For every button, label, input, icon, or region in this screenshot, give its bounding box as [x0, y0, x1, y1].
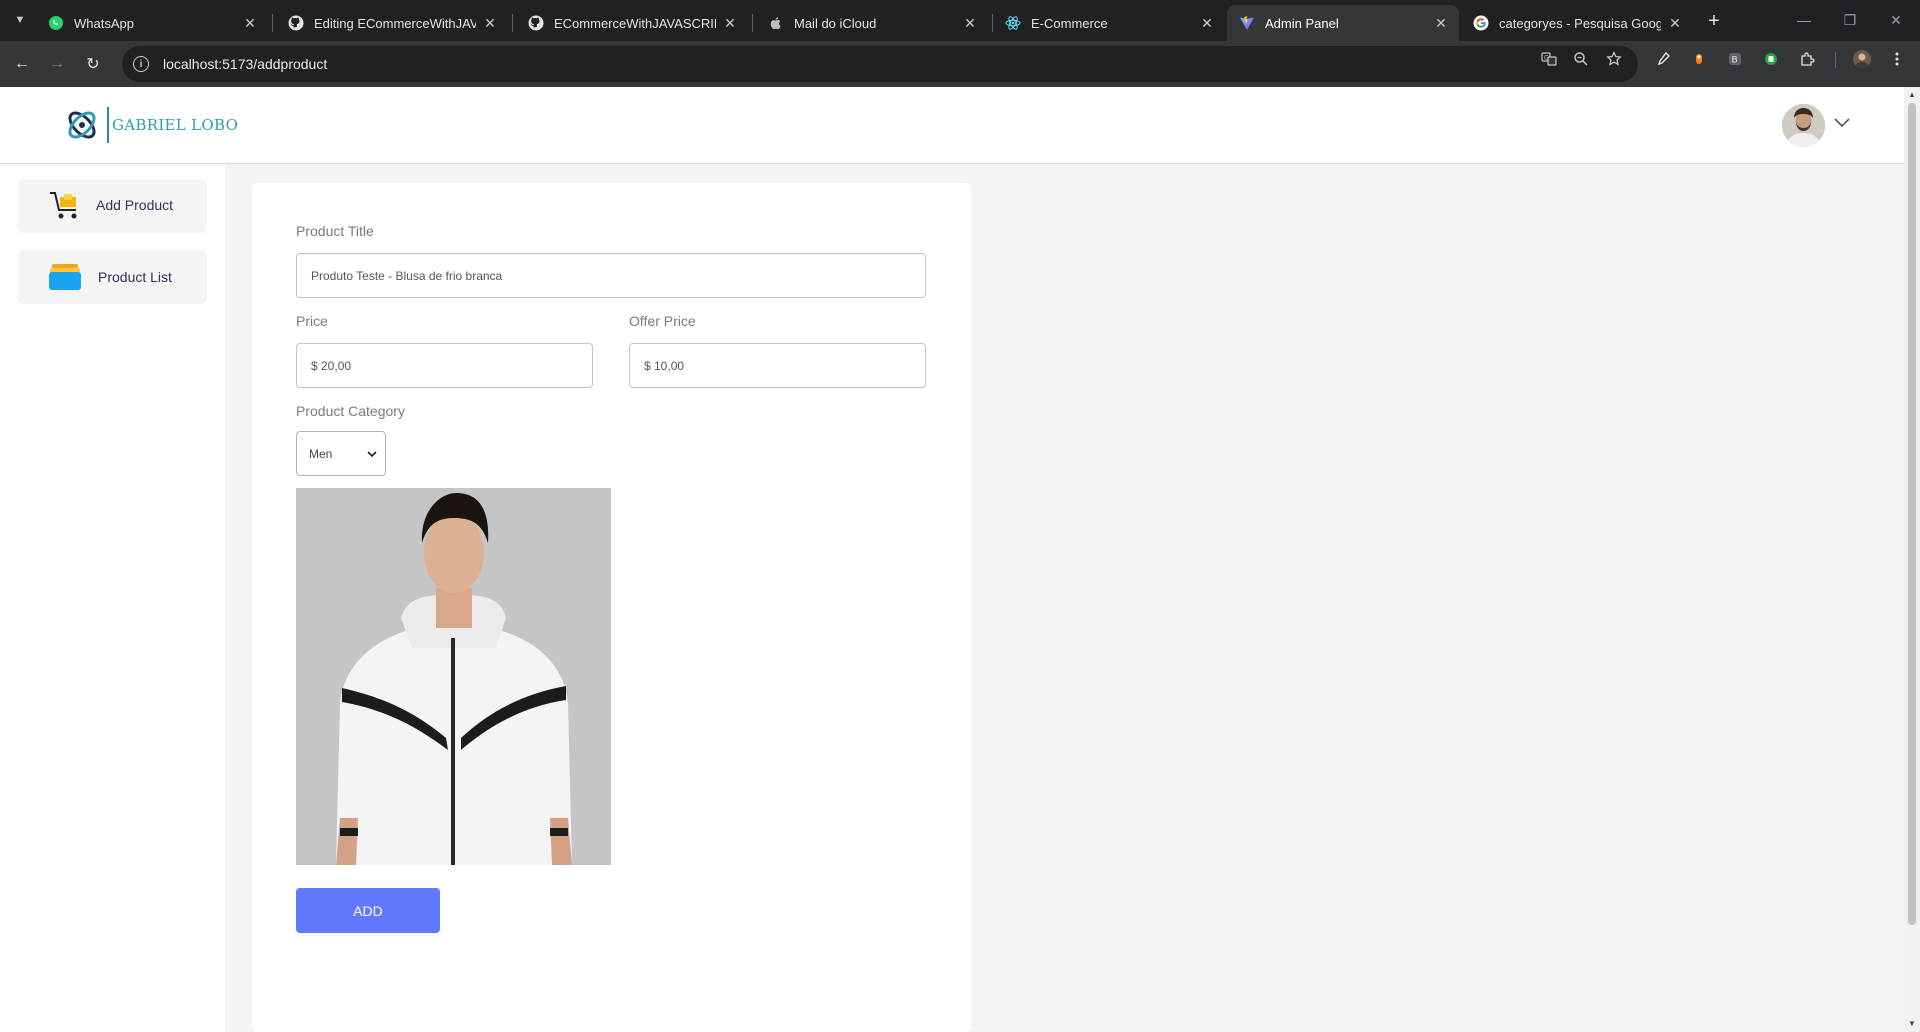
browser-profile-avatar[interactable]: [1853, 50, 1871, 68]
tab-search-button[interactable]: ▼: [8, 8, 32, 32]
profile-avatar[interactable]: [1782, 104, 1825, 147]
tab-title: categoryes - Pesquisa Google: [1499, 15, 1661, 31]
close-icon[interactable]: ✕: [242, 15, 258, 31]
close-icon[interactable]: ✕: [482, 15, 498, 31]
product-list-icon: [48, 262, 84, 296]
browser-tab-ecommerce[interactable]: E-Commerce ✕: [993, 5, 1225, 41]
restore-button[interactable]: ❐: [1827, 6, 1873, 34]
product-title-label: Product Title: [296, 223, 374, 239]
page-scrollbar[interactable]: ▲ ▼: [1904, 87, 1920, 1032]
tab-title: Admin Panel: [1265, 15, 1339, 31]
sidebar-item-product-list[interactable]: Product List: [18, 250, 207, 304]
apple-icon: [768, 15, 784, 31]
close-icon[interactable]: ✕: [1199, 15, 1215, 31]
offer-price-label: Offer Price: [629, 313, 696, 329]
logo-divider: [107, 107, 109, 143]
tab-title: Mail do iCloud: [794, 15, 877, 31]
tab-separator: [272, 14, 273, 32]
browser-tab-github-repo[interactable]: ECommerceWithJAVASCRIPT/fr ✕: [516, 5, 748, 41]
price-input[interactable]: [296, 343, 593, 388]
product-title-input[interactable]: [296, 253, 926, 298]
tab-separator: [752, 14, 753, 32]
tab-title: Editing ECommerceWithJAVASCRIPT: [314, 15, 476, 31]
react-icon: [1005, 15, 1021, 31]
browser-tab-icloud-mail[interactable]: Mail do iCloud ✕: [756, 5, 988, 41]
offer-price-input[interactable]: [629, 343, 926, 388]
zoom-icon[interactable]: [1571, 49, 1591, 69]
forward-button[interactable]: →: [43, 50, 71, 78]
browser-tab-admin-panel[interactable]: Admin Panel ✕: [1227, 5, 1459, 41]
google-icon: [1473, 15, 1489, 31]
translate-icon[interactable]: G: [1539, 49, 1559, 69]
browser-toolbar: ← → ↻ i localhost:5173/addproduct G B: [0, 41, 1920, 87]
svg-text:B: B: [1732, 56, 1738, 66]
tab-title: WhatsApp: [74, 15, 134, 31]
sidebar: Add Product Product List: [0, 165, 225, 1032]
tab-title: ECommerceWithJAVASCRIPT/fr: [554, 15, 716, 31]
extension-grey-icon[interactable]: B: [1726, 50, 1744, 68]
product-category-label: Product Category: [296, 403, 405, 419]
category-selected-value: Men: [309, 446, 333, 461]
github-icon: [528, 15, 544, 31]
sidebar-item-add-product[interactable]: Add Product: [18, 179, 207, 233]
whatsapp-icon: [48, 15, 64, 31]
tab-title: E-Commerce: [1031, 15, 1108, 31]
browser-tab-whatsapp[interactable]: WhatsApp ✕: [36, 5, 268, 41]
reload-button[interactable]: ↻: [79, 50, 107, 78]
svg-text:G: G: [1544, 55, 1549, 62]
cart-icon: [48, 189, 84, 223]
site-info-icon[interactable]: i: [133, 56, 149, 72]
extension-orange-icon[interactable]: [1690, 50, 1708, 68]
page-viewport: GABRIEL LOBO Add Product Product List Pr…: [0, 87, 1904, 1032]
close-icon[interactable]: ✕: [1433, 15, 1449, 31]
vite-icon: [1239, 15, 1255, 31]
url-text: localhost:5173/addproduct: [163, 56, 328, 72]
browser-tab-google-search[interactable]: categoryes - Pesquisa Google ✕: [1461, 5, 1693, 41]
github-icon: [288, 15, 304, 31]
category-select[interactable]: Men: [296, 431, 386, 476]
extension-green-icon[interactable]: [1762, 50, 1780, 68]
product-image-upload[interactable]: [296, 488, 611, 865]
new-tab-button[interactable]: +: [1702, 9, 1726, 33]
admin-navbar: GABRIEL LOBO: [0, 87, 1904, 164]
chevron-down-icon[interactable]: [1832, 113, 1852, 133]
close-icon[interactable]: ✕: [722, 15, 738, 31]
close-icon[interactable]: ✕: [962, 15, 978, 31]
eyedropper-icon[interactable]: [1654, 50, 1672, 68]
add-product-form: Product Title Price Offer Price Product …: [252, 183, 971, 1032]
browser-menu-icon[interactable]: [1888, 50, 1906, 68]
price-label: Price: [296, 313, 328, 329]
browser-tab-bar: ▼ WhatsApp ✕ Editing ECommerceWithJAVASC…: [0, 0, 1920, 41]
scroll-down-arrow-icon[interactable]: ▼: [1908, 1019, 1916, 1028]
bookmark-star-icon[interactable]: [1604, 49, 1624, 69]
scroll-up-arrow-icon[interactable]: ▲: [1908, 90, 1916, 99]
chevron-down-icon: [367, 448, 377, 458]
toolbar-divider: [1835, 52, 1836, 68]
minimize-button[interactable]: —: [1781, 6, 1827, 34]
close-window-button[interactable]: ✕: [1873, 6, 1919, 34]
brand-name: GABRIEL LOBO: [112, 116, 239, 134]
scrollbar-thumb[interactable]: [1908, 103, 1916, 925]
add-product-button[interactable]: ADD: [296, 888, 440, 933]
sidebar-item-label: Product List: [98, 269, 172, 285]
browser-tab-github-editing[interactable]: Editing ECommerceWithJAVASCRIPT ✕: [276, 5, 508, 41]
back-button[interactable]: ←: [8, 50, 36, 78]
extensions-puzzle-icon[interactable]: [1799, 50, 1817, 68]
sidebar-item-label: Add Product: [96, 197, 174, 213]
tab-separator: [512, 14, 513, 32]
address-bar[interactable]: i localhost:5173/addproduct: [122, 46, 1638, 82]
close-icon[interactable]: ✕: [1667, 15, 1683, 31]
brand-logo-icon[interactable]: [62, 105, 102, 145]
